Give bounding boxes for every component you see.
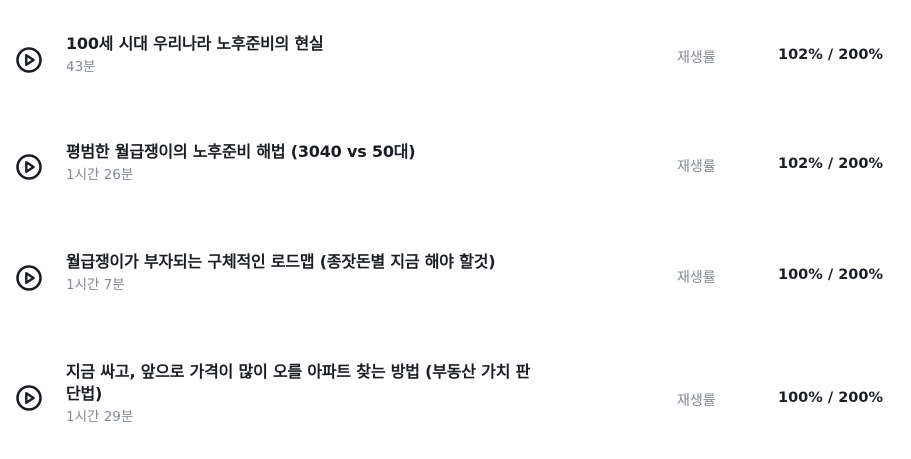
play-icon[interactable] (15, 384, 43, 412)
lecture-title[interactable]: 평범한 월급쟁이의 노후준비 해법 (3040 vs 50대) (66, 141, 596, 163)
playback-rate-label: 재생률 (677, 159, 716, 175)
lecture-duration: 1시간 29분 (66, 409, 134, 425)
lecture-title-line: 지금 싸고, 앞으로 가격이 많이 오를 아파트 찾는 방법 (부동산 가치 판 (66, 362, 531, 381)
lecture-row[interactable]: 지금 싸고, 앞으로 가격이 많이 오를 아파트 찾는 방법 (부동산 가치 판… (0, 358, 911, 438)
lecture-title[interactable]: 100세 시대 우리나라 노후준비의 현실 (66, 33, 596, 55)
lecture-duration: 43분 (66, 59, 96, 75)
playback-rate-label: 재생률 (677, 50, 716, 66)
lecture-title[interactable]: 월급쟁이가 부자되는 구체적인 로드맵 (종잣돈별 지금 해야 할것) (66, 251, 596, 273)
playback-rate-value: 100% / 200% (778, 390, 883, 406)
lecture-duration: 1시간 7분 (66, 277, 125, 293)
lecture-title-line: 단법) (66, 384, 103, 403)
lecture-info: 평범한 월급쟁이의 노후준비 해법 (3040 vs 50대) 1시간 26분 (66, 141, 596, 184)
playback-rate-value: 100% / 200% (778, 267, 883, 283)
lecture-info: 100세 시대 우리나라 노후준비의 현실 43분 (66, 33, 596, 76)
play-icon[interactable] (15, 46, 43, 74)
lecture-info: 월급쟁이가 부자되는 구체적인 로드맵 (종잣돈별 지금 해야 할것) 1시간 … (66, 251, 596, 294)
playback-rate-label: 재생률 (677, 270, 716, 286)
lecture-duration: 1시간 26분 (66, 167, 134, 183)
play-icon[interactable] (15, 264, 43, 292)
playback-rate-value: 102% / 200% (778, 156, 883, 172)
playback-rate-value: 102% / 200% (778, 47, 883, 63)
play-icon[interactable] (15, 153, 43, 181)
lecture-row[interactable]: 평범한 월급쟁이의 노후준비 해법 (3040 vs 50대) 1시간 26분 … (0, 137, 911, 197)
lecture-title[interactable]: 지금 싸고, 앞으로 가격이 많이 오를 아파트 찾는 방법 (부동산 가치 판… (66, 361, 596, 405)
lecture-list: 100세 시대 우리나라 노후준비의 현실 43분 재생률 102% / 200… (0, 0, 911, 459)
lecture-row[interactable]: 100세 시대 우리나라 노후준비의 현실 43분 재생률 102% / 200… (0, 30, 911, 90)
lecture-row[interactable]: 월급쟁이가 부자되는 구체적인 로드맵 (종잣돈별 지금 해야 할것) 1시간 … (0, 247, 911, 307)
lecture-info: 지금 싸고, 앞으로 가격이 많이 오를 아파트 찾는 방법 (부동산 가치 판… (66, 361, 596, 426)
playback-rate-label: 재생률 (677, 393, 716, 409)
